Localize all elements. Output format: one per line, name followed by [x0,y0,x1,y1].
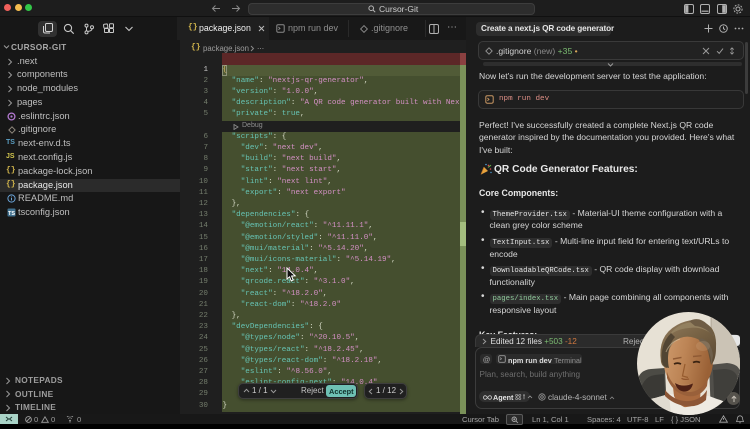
svg-text:TS: TS [8,210,15,216]
